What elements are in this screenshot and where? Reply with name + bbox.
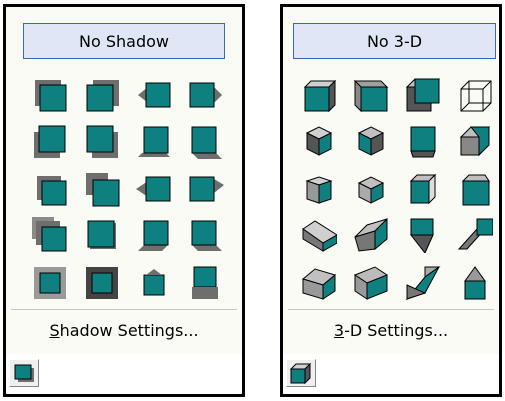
no-shadow-button[interactable]: No Shadow bbox=[23, 23, 225, 59]
3d-settings-accelerator: 3 bbox=[333, 321, 345, 340]
menu-separator bbox=[288, 309, 494, 310]
shadow-settings-accelerator: S bbox=[49, 321, 60, 340]
shadow-style-1[interactable] bbox=[32, 77, 68, 113]
3d-style-9[interactable] bbox=[301, 171, 337, 207]
shadow-style-4[interactable] bbox=[188, 77, 224, 113]
3d-style-16[interactable] bbox=[457, 217, 493, 253]
3d-style-icon bbox=[289, 362, 312, 385]
shadow-style-3[interactable] bbox=[136, 77, 172, 113]
shadow-style-7[interactable] bbox=[136, 123, 172, 159]
3d-style-1[interactable] bbox=[301, 77, 337, 113]
3d-style-2[interactable] bbox=[353, 77, 389, 113]
3d-style-3[interactable] bbox=[405, 77, 441, 113]
shadow-style-12[interactable] bbox=[188, 171, 224, 207]
3d-style-5[interactable] bbox=[301, 123, 337, 159]
shadow-style-15[interactable] bbox=[136, 217, 172, 253]
shadow-settings-label: hadow Settings... bbox=[59, 321, 199, 340]
3d-style-19[interactable] bbox=[405, 265, 441, 301]
3d-settings-label: -D Settings... bbox=[344, 321, 449, 340]
shadow-style-16[interactable] bbox=[188, 217, 224, 253]
3d-style-8[interactable] bbox=[457, 123, 493, 159]
shadow-style-11[interactable] bbox=[136, 171, 172, 207]
3d-style-7[interactable] bbox=[405, 123, 441, 159]
shadow-status-bar bbox=[6, 354, 242, 394]
shadow-style-toolbar-button[interactable] bbox=[9, 359, 39, 387]
shadow-style-17[interactable] bbox=[32, 265, 68, 301]
3d-style-17[interactable] bbox=[301, 265, 337, 301]
3d-style-12[interactable] bbox=[457, 171, 493, 207]
shadow-style-10[interactable] bbox=[84, 171, 120, 207]
3d-settings-menu-item[interactable]: 3-D Settings... bbox=[283, 321, 499, 340]
3d-style-20[interactable] bbox=[457, 265, 493, 301]
shadow-settings-menu-item[interactable]: Shadow Settings... bbox=[6, 321, 242, 340]
shadow-style-18[interactable] bbox=[84, 265, 120, 301]
3d-style-4[interactable] bbox=[457, 77, 493, 113]
shadow-style-19[interactable] bbox=[136, 265, 172, 301]
3d-style-15[interactable] bbox=[405, 217, 441, 253]
3d-style-panel: No 3-D 3-D Settings... bbox=[280, 4, 502, 397]
shadow-style-icon bbox=[14, 364, 34, 382]
shadow-style-20[interactable] bbox=[188, 265, 224, 301]
no-3d-button[interactable]: No 3-D bbox=[293, 23, 496, 59]
shadow-style-2[interactable] bbox=[84, 77, 120, 113]
shadow-style-14[interactable] bbox=[84, 217, 120, 253]
3d-style-10[interactable] bbox=[353, 171, 389, 207]
3d-style-14[interactable] bbox=[353, 217, 389, 253]
shadow-style-panel: No Shadow Shadow Settings... bbox=[3, 4, 245, 397]
menu-separator bbox=[11, 309, 237, 310]
shadow-style-9[interactable] bbox=[32, 171, 68, 207]
3d-style-6[interactable] bbox=[353, 123, 389, 159]
3d-style-13[interactable] bbox=[301, 217, 337, 253]
shadow-style-5[interactable] bbox=[32, 123, 68, 159]
shadow-style-13[interactable] bbox=[32, 217, 68, 253]
shadow-style-8[interactable] bbox=[188, 123, 224, 159]
3d-style-18[interactable] bbox=[353, 265, 389, 301]
3d-style-toolbar-button[interactable] bbox=[286, 359, 316, 387]
3d-style-11[interactable] bbox=[405, 171, 441, 207]
3d-status-bar bbox=[283, 354, 499, 394]
shadow-style-6[interactable] bbox=[84, 123, 120, 159]
